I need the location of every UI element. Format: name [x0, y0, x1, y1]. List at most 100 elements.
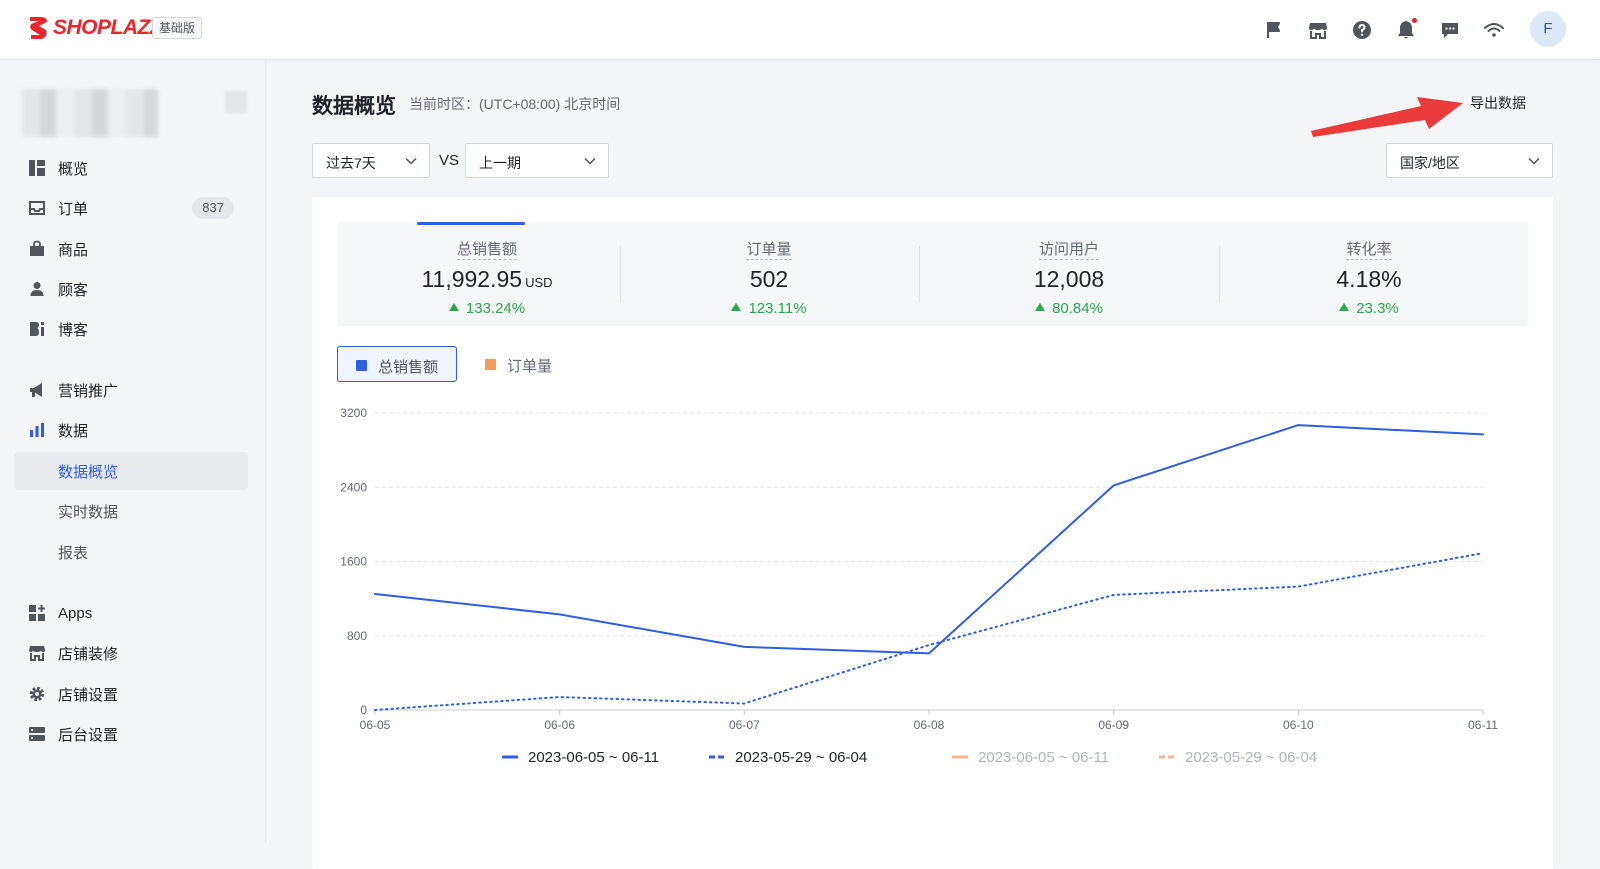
- chevron-down-icon: [1528, 157, 1540, 165]
- legend-label: 2023-05-29 ~ 06-04: [1185, 749, 1317, 766]
- period-select[interactable]: 过去7天: [312, 143, 430, 178]
- legend-label: 2023-06-05 ~ 06-11: [978, 749, 1109, 766]
- bag-icon: [30, 240, 44, 256]
- chat-icon[interactable]: [1438, 18, 1462, 42]
- y-tick-label: 3200: [340, 406, 367, 420]
- kpi-value: 502: [749, 266, 789, 292]
- bell-icon[interactable]: [1394, 18, 1418, 42]
- y-tick-label: 1600: [340, 555, 367, 569]
- sidebar-item-label: 后台设置: [58, 726, 119, 744]
- region-select-value: 国家/地区: [1400, 155, 1460, 171]
- x-tick-label: 06-08: [914, 718, 945, 732]
- kpi-change: 23.3%: [1356, 300, 1399, 317]
- kpi-value: 11,992.95: [421, 266, 523, 292]
- kpi-order-count[interactable]: 订单量 502 123.11%: [619, 222, 919, 326]
- sidebar-item-label: 订单: [58, 200, 89, 218]
- notification-dot: [1412, 18, 1417, 23]
- wifi-icon[interactable]: [1482, 18, 1506, 42]
- sidebar-item-orders[interactable]: 订单 837: [14, 189, 248, 227]
- gear-icon: [29, 686, 45, 702]
- kpi-strip: 总销售额 11,992.95 USD 133.24% 订单量 502 123.11…: [337, 222, 1528, 326]
- export-data-button[interactable]: 导出数据: [1470, 93, 1526, 113]
- sidebar-item-store-design[interactable]: 店铺装修: [14, 634, 248, 672]
- flag-icon[interactable]: [1262, 18, 1286, 42]
- kpi-total-sales[interactable]: 总销售额 11,992.95 USD 133.24%: [337, 222, 637, 326]
- kpi-conversion-rate[interactable]: 转化率 4.18% 23.3%: [1219, 222, 1519, 326]
- chevron-down-icon: [584, 157, 596, 165]
- store-icon: [29, 646, 45, 661]
- help-icon[interactable]: [1350, 18, 1374, 42]
- x-tick-label: 06-06: [544, 718, 575, 732]
- kpi-change: 80.84%: [1052, 300, 1103, 317]
- sidebar-item-label: 店铺设置: [58, 686, 119, 704]
- store-switch-blurred[interactable]: [225, 91, 247, 113]
- sidebar-item-label: 商品: [58, 241, 89, 259]
- sidebar-item-data-overview[interactable]: 数据概览: [14, 452, 248, 490]
- y-tick-label: 800: [347, 629, 367, 643]
- kpi-value: 4.18%: [1336, 266, 1402, 292]
- up-arrow-icon: [1035, 303, 1046, 311]
- main-content: 数据概览 当前时区：(UTC+08:00) 北京时间 导出数据 过去7天 VS …: [267, 61, 1600, 869]
- sidebar-item-blog[interactable]: 博客: [14, 310, 248, 348]
- kpi-change: 133.24%: [465, 300, 526, 317]
- sidebar-item-reports[interactable]: 报表: [14, 533, 248, 571]
- sidebar-item-store-settings[interactable]: 店铺设置: [14, 675, 248, 713]
- overview-card: 总销售额 11,992.95 USD 133.24% 订单量 502 123.11…: [312, 197, 1553, 869]
- x-tick-label: 06-10: [1283, 718, 1314, 732]
- x-tick-label: 06-11: [1468, 718, 1498, 732]
- sidebar-item-marketing[interactable]: 营销推广: [14, 371, 248, 409]
- up-arrow-icon: [731, 303, 742, 311]
- metric-tab-total-sales[interactable]: 总销售额: [337, 346, 457, 382]
- kpi-label: 总销售额: [456, 241, 517, 260]
- sidebar-item-label: 营销推广: [58, 382, 119, 400]
- sidebar-item-label: 概览: [58, 160, 89, 178]
- store-name-blurred[interactable]: [22, 89, 158, 137]
- sidebar-item-apps[interactable]: Apps: [14, 594, 248, 632]
- inbox-icon: [29, 201, 45, 215]
- sidebar-item-label: 顾客: [58, 281, 89, 299]
- sidebar-item-label: 报表: [58, 544, 89, 562]
- kpi-unit: USD: [525, 275, 553, 290]
- kpi-label: 访问用户: [1038, 241, 1099, 260]
- person-icon: [30, 282, 44, 296]
- legend-label: 2023-06-05 ~ 06-11: [528, 749, 659, 766]
- region-select[interactable]: 国家/地区: [1386, 143, 1553, 178]
- sidebar-item-overview[interactable]: 概览: [14, 149, 248, 187]
- sidebar-item-products[interactable]: 商品: [14, 230, 248, 268]
- compare-select-value: 上一期: [479, 155, 521, 171]
- x-tick-label: 06-07: [729, 718, 760, 732]
- kpi-value: 12,008: [1033, 266, 1105, 292]
- series-color-swatch: [485, 359, 496, 370]
- x-tick-label: 06-05: [360, 718, 391, 732]
- up-arrow-icon: [448, 303, 459, 311]
- plan-badge: 基础版: [152, 17, 203, 39]
- avatar[interactable]: F: [1530, 11, 1566, 47]
- sales-line-chart: 0 800 1600 2400 3200 06-05 06-06 06-07 06-08 06-0…: [340, 406, 1498, 766]
- sidebar-item-label: 数据: [58, 422, 89, 440]
- sidebar-item-admin-settings[interactable]: 后台设置: [14, 715, 248, 753]
- compare-period-select[interactable]: 上一期: [465, 143, 609, 178]
- sidebar-item-label: 店铺装修: [58, 645, 119, 663]
- annotation-arrow: [1311, 97, 1463, 137]
- sidebar-item-customers[interactable]: 顾客: [14, 270, 248, 308]
- kpi-change: 123.11%: [748, 300, 807, 317]
- top-bar: SHOPLAZZA 基础版 F: [0, 0, 1600, 60]
- series-line-previous: [374, 552, 1484, 711]
- metric-tab-label: 总销售额: [378, 359, 439, 376]
- apps-icon: [29, 605, 45, 621]
- vs-label: VS: [439, 152, 460, 169]
- logo-icon: [30, 17, 47, 39]
- up-arrow-icon: [1339, 303, 1350, 311]
- bar-chart-icon: [30, 423, 44, 437]
- storefront-icon[interactable]: [1306, 18, 1330, 42]
- sidebar-item-data[interactable]: 数据: [14, 411, 248, 449]
- sidebar: 概览 订单 837 商品 顾客 博客 营销推广 数据 数据概览 实时数据 报表 …: [0, 61, 266, 843]
- server-icon: [29, 727, 45, 741]
- page-title: 数据概览: [312, 95, 396, 118]
- kpi-visitors[interactable]: 访问用户 12,008 80.84%: [919, 222, 1219, 326]
- sidebar-item-realtime-data[interactable]: 实时数据: [14, 492, 248, 530]
- metric-tab-order-count[interactable]: 订单量: [467, 346, 567, 382]
- megaphone-icon: [30, 383, 42, 397]
- legend-label: 2023-05-29 ~ 06-04: [735, 749, 867, 766]
- kpi-label: 转化率: [1346, 241, 1392, 260]
